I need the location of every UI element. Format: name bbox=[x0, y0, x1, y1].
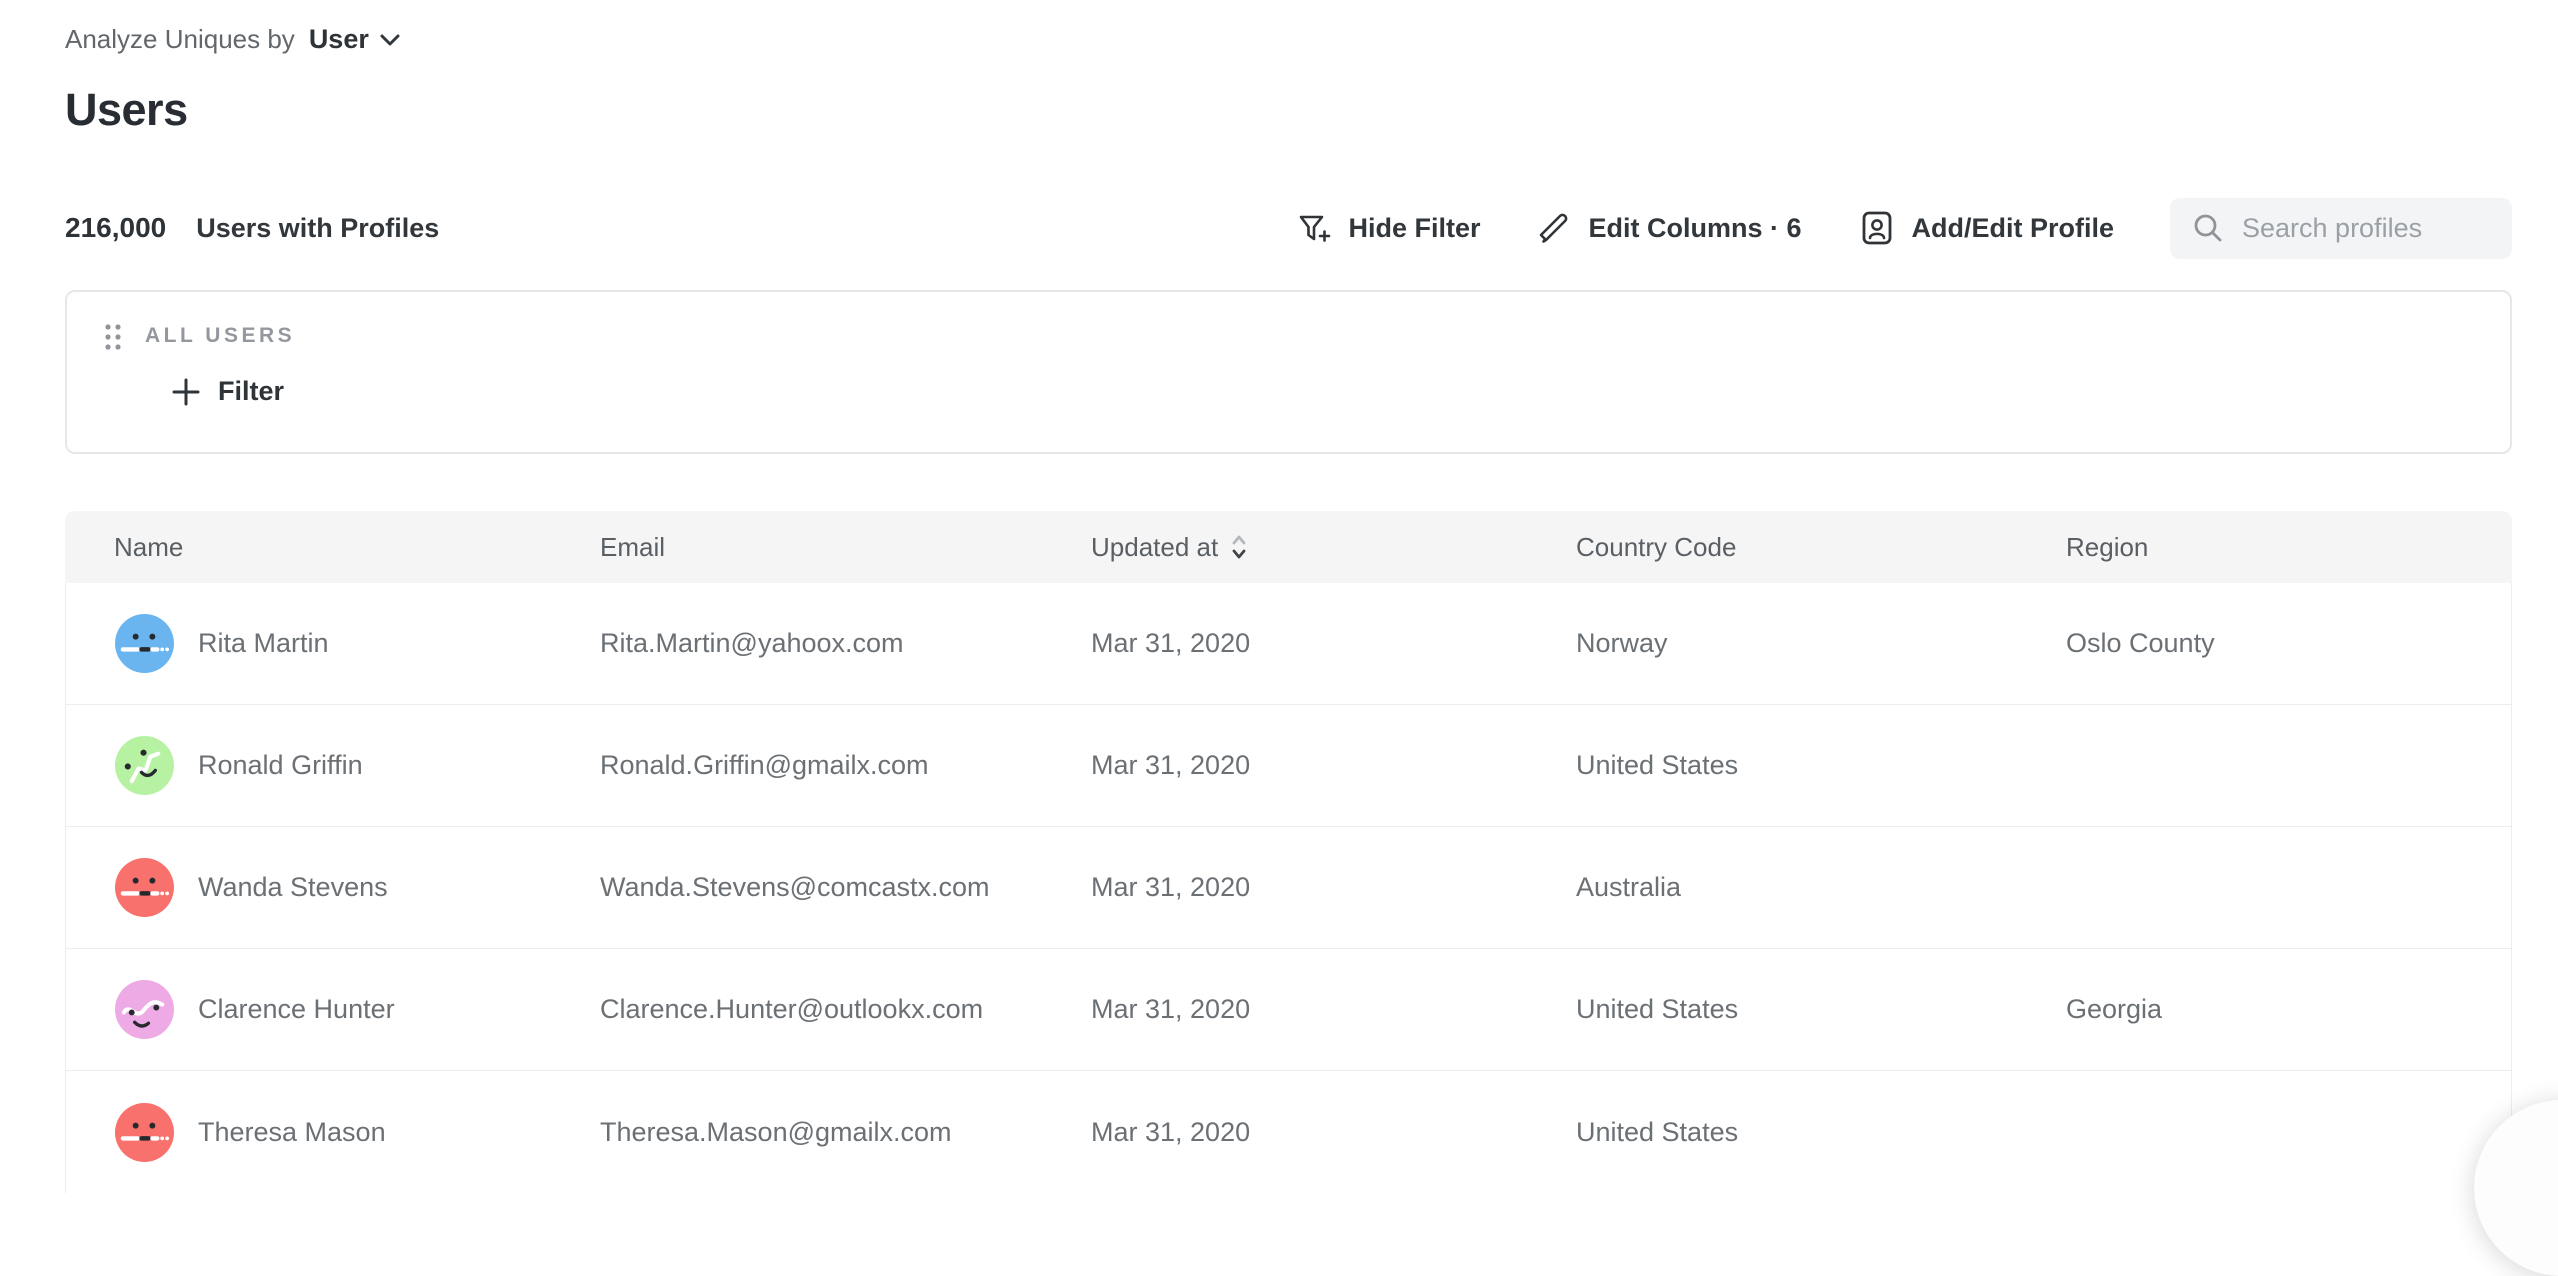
edit-columns-button[interactable]: Edit Columns · 6 bbox=[1536, 210, 1801, 246]
table-row[interactable]: Theresa Mason Theresa.Mason@gmailx.com M… bbox=[66, 1071, 2511, 1193]
analyze-uniques-dropdown[interactable]: User bbox=[309, 24, 401, 55]
add-edit-profile-button[interactable]: Add/Edit Profile bbox=[1858, 209, 2115, 247]
avatar bbox=[115, 614, 174, 673]
user-updated-at: Mar 31, 2020 bbox=[1091, 872, 1576, 903]
column-header-updated-at[interactable]: Updated at bbox=[1091, 532, 1576, 563]
analyze-uniques-row: Analyze Uniques by User bbox=[65, 24, 401, 55]
table-header: Name Email Updated at Country Code Regio… bbox=[65, 511, 2512, 583]
user-email: Ronald.Griffin@gmailx.com bbox=[600, 750, 1091, 781]
add-filter-label: Filter bbox=[218, 376, 284, 407]
user-email: Rita.Martin@yahoox.com bbox=[600, 628, 1091, 659]
profiles-table: Name Email Updated at Country Code Regio… bbox=[65, 511, 2512, 1184]
user-updated-at: Mar 31, 2020 bbox=[1091, 628, 1576, 659]
column-header-country-code[interactable]: Country Code bbox=[1576, 532, 2066, 563]
user-email: Wanda.Stevens@comcastx.com bbox=[600, 872, 1091, 903]
profile-card-icon bbox=[1858, 209, 1896, 247]
profile-count: 216,000 bbox=[65, 212, 166, 244]
table-row[interactable]: Rita Martin Rita.Martin@yahoox.com Mar 3… bbox=[66, 583, 2511, 705]
table-row[interactable]: Ronald Griffin Ronald.Griffin@gmailx.com… bbox=[66, 705, 2511, 827]
user-name: Ronald Griffin bbox=[198, 750, 363, 781]
avatar bbox=[115, 1103, 174, 1162]
analyze-uniques-label: Analyze Uniques by bbox=[65, 24, 295, 55]
column-header-name[interactable]: Name bbox=[65, 532, 600, 563]
add-edit-profile-label: Add/Edit Profile bbox=[1912, 213, 2115, 244]
add-filter-button[interactable]: Filter bbox=[171, 376, 284, 407]
user-name: Theresa Mason bbox=[198, 1117, 386, 1148]
user-email: Clarence.Hunter@outlookx.com bbox=[600, 994, 1091, 1025]
search-icon bbox=[2192, 212, 2224, 244]
user-updated-at: Mar 31, 2020 bbox=[1091, 1117, 1576, 1148]
column-header-email[interactable]: Email bbox=[600, 532, 1091, 563]
filter-group-label: ALL USERS bbox=[145, 324, 295, 348]
avatar bbox=[115, 858, 174, 917]
edit-columns-label: Edit Columns · 6 bbox=[1588, 213, 1801, 244]
column-header-region[interactable]: Region bbox=[2066, 532, 2512, 563]
filter-panel: ALL USERS Filter bbox=[65, 290, 2512, 454]
sort-chevrons-icon[interactable] bbox=[1230, 532, 1248, 562]
user-updated-at: Mar 31, 2020 bbox=[1091, 750, 1576, 781]
chevron-down-icon bbox=[379, 33, 401, 47]
page-title: Users bbox=[65, 84, 188, 136]
user-region: Georgia bbox=[2066, 994, 2511, 1025]
users-page: Analyze Uniques by User Users 216,000 Us… bbox=[0, 0, 2558, 1184]
user-country-code: Norway bbox=[1576, 628, 2066, 659]
user-name: Wanda Stevens bbox=[198, 872, 388, 903]
user-country-code: United States bbox=[1576, 750, 2066, 781]
analyze-uniques-value: User bbox=[309, 24, 369, 55]
table-row[interactable]: Clarence Hunter Clarence.Hunter@outlookx… bbox=[66, 949, 2511, 1071]
table-row[interactable]: Wanda Stevens Wanda.Stevens@comcastx.com… bbox=[66, 827, 2511, 949]
user-email: Theresa.Mason@gmailx.com bbox=[600, 1117, 1091, 1148]
user-region: Oslo County bbox=[2066, 628, 2511, 659]
drag-handle-icon[interactable] bbox=[103, 322, 125, 352]
profile-count-label: Users with Profiles bbox=[196, 213, 439, 244]
funnel-plus-icon bbox=[1296, 210, 1332, 246]
user-name: Rita Martin bbox=[198, 628, 329, 659]
search-input[interactable] bbox=[2242, 213, 2490, 244]
user-country-code: United States bbox=[1576, 994, 2066, 1025]
stats-row: 216,000 Users with Profiles bbox=[65, 197, 439, 259]
search-box bbox=[2170, 198, 2512, 259]
toolbar: Hide Filter Edit Columns · 6 Add/Edit Pr… bbox=[1296, 197, 2512, 259]
user-country-code: United States bbox=[1576, 1117, 2066, 1148]
user-name: Clarence Hunter bbox=[198, 994, 395, 1025]
hide-filter-button[interactable]: Hide Filter bbox=[1296, 210, 1480, 246]
plus-icon bbox=[171, 377, 201, 407]
pencil-icon bbox=[1536, 210, 1572, 246]
user-updated-at: Mar 31, 2020 bbox=[1091, 994, 1576, 1025]
avatar bbox=[115, 736, 174, 795]
hide-filter-label: Hide Filter bbox=[1348, 213, 1480, 244]
user-country-code: Australia bbox=[1576, 872, 2066, 903]
avatar bbox=[115, 980, 174, 1039]
table-body: Rita Martin Rita.Martin@yahoox.com Mar 3… bbox=[65, 583, 2512, 1193]
